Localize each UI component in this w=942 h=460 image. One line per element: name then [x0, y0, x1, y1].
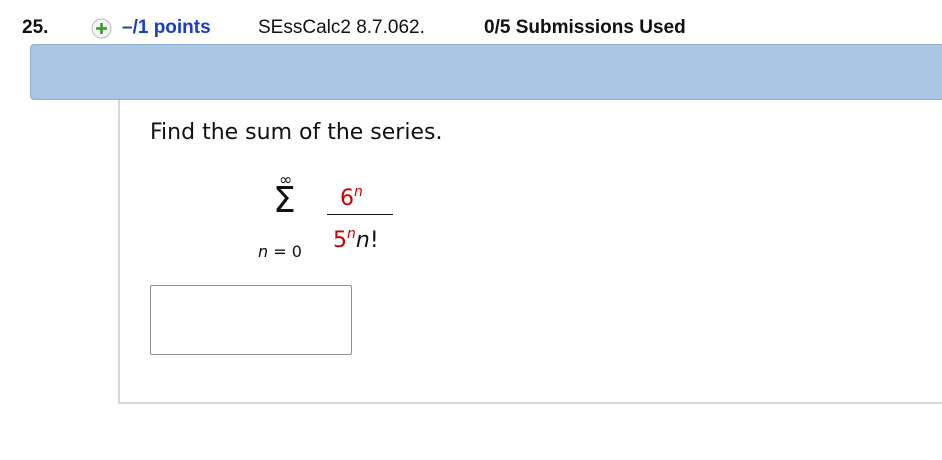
denominator-factorial: ! [369, 228, 379, 253]
plus-circle-icon[interactable] [91, 18, 112, 39]
submissions-used: 0/5 Submissions Used [484, 17, 686, 38]
question-header [30, 44, 942, 100]
numerator-exponent: n [354, 184, 363, 200]
series-sigma: Σ [273, 180, 296, 221]
series-denominator: 5nn! [333, 226, 379, 253]
denominator-base: 5 [333, 228, 347, 253]
denominator-exponent: n [347, 226, 356, 242]
question-body [118, 100, 942, 404]
answer-input[interactable] [150, 285, 352, 355]
series-numerator: 6n [340, 184, 363, 211]
series-lower-limit: n = 0 [258, 242, 302, 261]
question-prompt: Find the sum of the series. [150, 120, 443, 145]
question-number: 25. [22, 17, 49, 38]
numerator-base: 6 [340, 186, 354, 211]
denominator-var: n [355, 228, 370, 253]
fraction-bar [327, 214, 393, 215]
series-lower-eq: = 0 [268, 242, 302, 261]
points-link[interactable]: –/1 points [122, 17, 211, 39]
assignment-code: SEssCalc2 8.7.062. [258, 17, 425, 38]
series-lower-var: n [258, 242, 269, 261]
